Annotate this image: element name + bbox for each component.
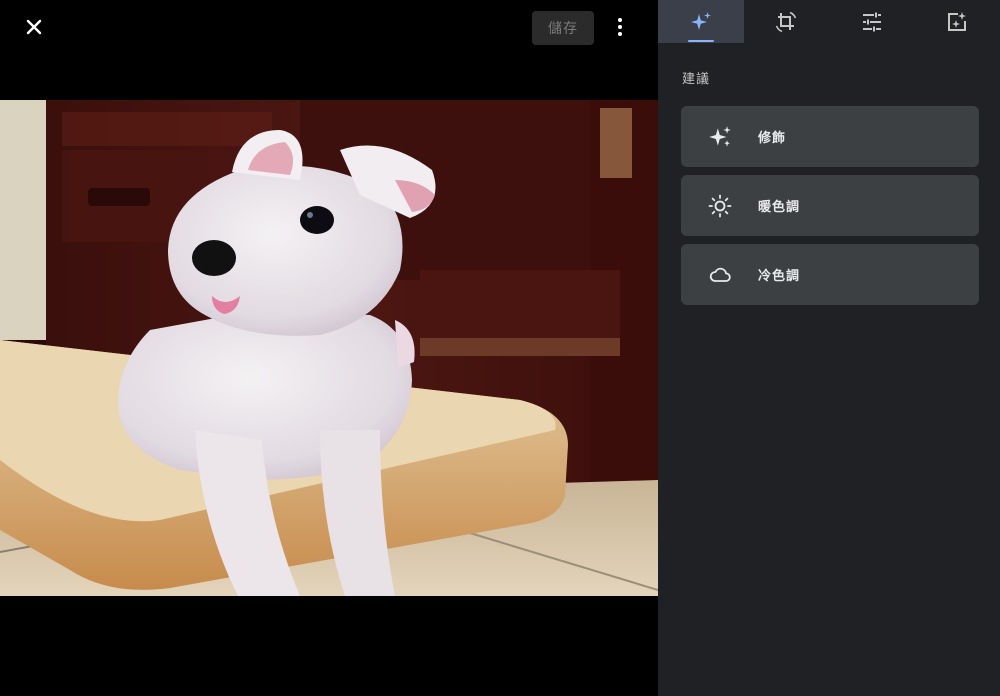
tab-adjust[interactable] <box>829 0 915 43</box>
more-vert-icon <box>618 18 622 36</box>
save-button[interactable]: 儲存 <box>532 11 594 45</box>
suggestion-warm[interactable]: 暖色調 <box>681 175 979 236</box>
suggestions-heading: 建議 <box>682 72 711 87</box>
suggestion-cool[interactable]: 冷色調 <box>681 244 979 305</box>
tab-filters[interactable] <box>915 0 1000 43</box>
editor-tabbar <box>658 0 1000 43</box>
crop-rotate-icon <box>776 11 797 32</box>
suggestion-label: 修飾 <box>758 131 787 146</box>
close-button[interactable] <box>20 13 48 41</box>
sun-icon <box>705 191 735 221</box>
tab-suggestions[interactable] <box>658 0 744 43</box>
tab-crop-rotate[interactable] <box>744 0 830 43</box>
cloud-icon <box>705 260 735 290</box>
suggestion-enhance[interactable]: 修飾 <box>681 106 979 167</box>
sparkle-icon <box>690 11 711 30</box>
photo-canvas[interactable] <box>0 100 658 596</box>
close-icon <box>26 19 42 35</box>
sliders-icon <box>862 12 881 31</box>
suggestion-label: 冷色調 <box>758 269 801 284</box>
photo-viewer: 儲存 <box>0 0 658 696</box>
suggestion-label: 暖色調 <box>758 200 801 215</box>
editor-panel: 建議 修飾 暖色調 冷色調 <box>658 0 1000 696</box>
sparkle-icon <box>705 122 735 152</box>
more-options-button[interactable] <box>608 13 632 41</box>
dog-photo <box>0 100 658 596</box>
filter-sparkle-icon <box>948 11 967 31</box>
